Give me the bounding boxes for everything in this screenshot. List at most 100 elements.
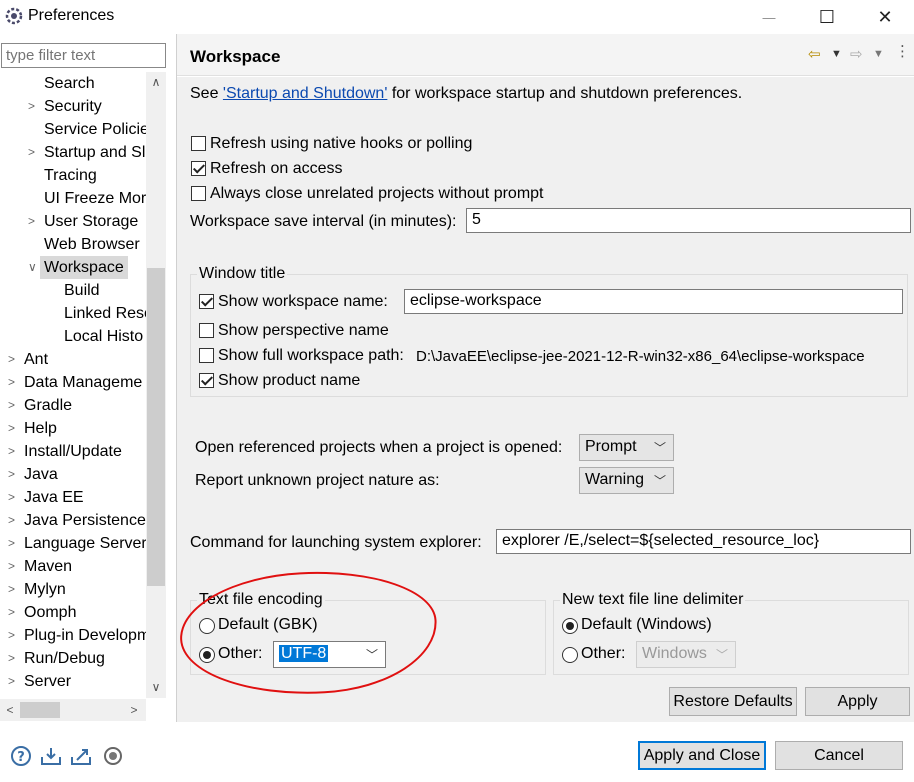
- text-encoding-group-label: Text file encoding: [197, 591, 325, 609]
- tree-item[interactable]: Web Browser: [0, 233, 146, 256]
- report-unknown-label: Report unknown project nature as:: [195, 472, 440, 489]
- tree-item[interactable]: > Security: [0, 95, 146, 118]
- import-icon[interactable]: [40, 745, 62, 767]
- preference-tree[interactable]: Search > Security Service Policie > Startup a…: [0, 72, 146, 698]
- chevron-right-icon[interactable]: >: [8, 578, 20, 601]
- refresh-native-checkbox[interactable]: [191, 136, 206, 151]
- chevron-right-icon[interactable]: >: [28, 141, 40, 164]
- tree-item[interactable]: > Run/Debug: [0, 647, 146, 670]
- encoding-default-radio[interactable]: [199, 618, 215, 634]
- tree-item[interactable]: > Help: [0, 417, 146, 440]
- tree-item[interactable]: > Server: [0, 670, 146, 693]
- always-close-checkbox[interactable]: [191, 186, 206, 201]
- maximize-button[interactable]: ☐: [804, 3, 850, 31]
- chevron-right-icon[interactable]: >: [8, 371, 20, 394]
- tree-item[interactable]: > Java: [0, 463, 146, 486]
- tree-item[interactable]: Search: [0, 72, 146, 95]
- scroll-down-icon[interactable]: ∨: [146, 680, 166, 694]
- tree-item[interactable]: > Mylyn: [0, 578, 146, 601]
- refresh-access-checkbox[interactable]: [191, 161, 206, 176]
- encoding-select[interactable]: UTF-8 ﹀: [273, 641, 386, 668]
- tree-item[interactable]: > Java Persistence: [0, 509, 146, 532]
- maximize-icon: ☐: [818, 6, 836, 27]
- tree-item[interactable]: Local Histo: [0, 325, 146, 348]
- chevron-right-icon[interactable]: >: [8, 624, 20, 647]
- tree-hscroll-thumb[interactable]: [20, 702, 60, 718]
- tree-item-label: Java: [24, 466, 58, 483]
- close-button[interactable]: ✕: [862, 3, 908, 31]
- tree-item[interactable]: ∨ Workspace: [0, 256, 146, 279]
- scroll-up-icon[interactable]: ∧: [146, 75, 166, 89]
- encoding-default-label: Default (GBK): [218, 616, 318, 633]
- tree-item[interactable]: > Oomph: [0, 601, 146, 624]
- tree-item[interactable]: Build: [0, 279, 146, 302]
- chevron-right-icon[interactable]: >: [8, 647, 20, 670]
- scroll-left-icon[interactable]: <: [0, 703, 20, 717]
- chevron-right-icon[interactable]: >: [8, 394, 20, 417]
- save-interval-input[interactable]: 5: [466, 208, 911, 233]
- tree-item[interactable]: > Plug-in Developm: [0, 624, 146, 647]
- chevron-down-icon: ﹀: [653, 441, 666, 455]
- scroll-right-icon[interactable]: >: [124, 703, 144, 717]
- tree-scroll-thumb[interactable]: [147, 268, 165, 586]
- tree-item[interactable]: > Gradle: [0, 394, 146, 417]
- show-workspace-name-checkbox[interactable]: [199, 294, 214, 309]
- tree-item[interactable]: > User Storage: [0, 210, 146, 233]
- tree-item[interactable]: > Java EE: [0, 486, 146, 509]
- open-referenced-select[interactable]: Prompt ﹀: [579, 434, 674, 461]
- show-perspective-name-checkbox[interactable]: [199, 323, 214, 338]
- filter-input[interactable]: [1, 43, 166, 68]
- tree-item[interactable]: > Language Server: [0, 532, 146, 555]
- chevron-right-icon[interactable]: >: [28, 210, 40, 233]
- chevron-right-icon[interactable]: >: [8, 348, 20, 371]
- startup-shutdown-link[interactable]: 'Startup and Shutdown': [223, 85, 387, 102]
- tree-item-label: UI Freeze Mor: [44, 190, 146, 207]
- show-full-path-checkbox[interactable]: [199, 348, 214, 363]
- export-icon[interactable]: [70, 745, 92, 767]
- tree-item-label: Linked Reso: [64, 305, 146, 322]
- tree-item[interactable]: > Maven: [0, 555, 146, 578]
- back-arrow-icon[interactable]: ⇦: [808, 45, 821, 63]
- back-menu-icon[interactable]: ▼: [831, 48, 842, 60]
- delimiter-other-radio[interactable]: [562, 647, 578, 663]
- delimiter-default-radio[interactable]: [562, 618, 578, 634]
- workspace-name-input[interactable]: eclipse-workspace: [404, 289, 903, 314]
- chevron-right-icon[interactable]: >: [8, 670, 20, 693]
- view-menu-icon[interactable]: ⋮: [895, 42, 910, 60]
- command-input[interactable]: explorer /E,/select=${selected_resource_…: [496, 529, 911, 554]
- help-icon[interactable]: ?: [10, 745, 32, 767]
- tree-item[interactable]: Linked Reso: [0, 302, 146, 325]
- tree-item-label: Oomph: [24, 604, 77, 621]
- chevron-right-icon[interactable]: >: [8, 532, 20, 555]
- show-product-name-checkbox[interactable]: [199, 373, 214, 388]
- chevron-right-icon[interactable]: >: [28, 95, 40, 118]
- restore-defaults-button[interactable]: Restore Defaults: [669, 687, 797, 716]
- tree-item[interactable]: Tracing: [0, 164, 146, 187]
- forward-arrow-icon[interactable]: ⇨: [850, 45, 863, 63]
- apply-and-close-button[interactable]: Apply and Close: [638, 741, 766, 770]
- record-icon[interactable]: [102, 745, 124, 767]
- chevron-right-icon[interactable]: >: [8, 486, 20, 509]
- chevron-right-icon[interactable]: >: [8, 555, 20, 578]
- tree-item-label: Plug-in Developm: [24, 627, 146, 644]
- chevron-right-icon[interactable]: >: [8, 417, 20, 440]
- chevron-down-icon[interactable]: ∨: [28, 256, 40, 279]
- chevron-right-icon[interactable]: >: [8, 509, 20, 532]
- encoding-value[interactable]: UTF-8: [279, 645, 329, 662]
- report-unknown-select[interactable]: Warning ﹀: [579, 467, 674, 494]
- tree-item[interactable]: > Ant: [0, 348, 146, 371]
- cancel-button[interactable]: Cancel: [775, 741, 903, 770]
- tree-item[interactable]: > Install/Update: [0, 440, 146, 463]
- forward-menu-icon[interactable]: ▼: [873, 48, 884, 60]
- chevron-right-icon[interactable]: >: [8, 463, 20, 486]
- tree-item[interactable]: > Startup and Sl: [0, 141, 146, 164]
- chevron-right-icon[interactable]: >: [8, 601, 20, 624]
- delimiter-other-label: Other:: [581, 645, 626, 662]
- tree-item[interactable]: UI Freeze Mor: [0, 187, 146, 210]
- encoding-other-radio[interactable]: [199, 647, 215, 663]
- chevron-right-icon[interactable]: >: [8, 440, 20, 463]
- apply-button[interactable]: Apply: [805, 687, 910, 716]
- tree-item[interactable]: Service Policie: [0, 118, 146, 141]
- minimize-button[interactable]: —: [746, 3, 792, 31]
- tree-item[interactable]: > Data Manageme: [0, 371, 146, 394]
